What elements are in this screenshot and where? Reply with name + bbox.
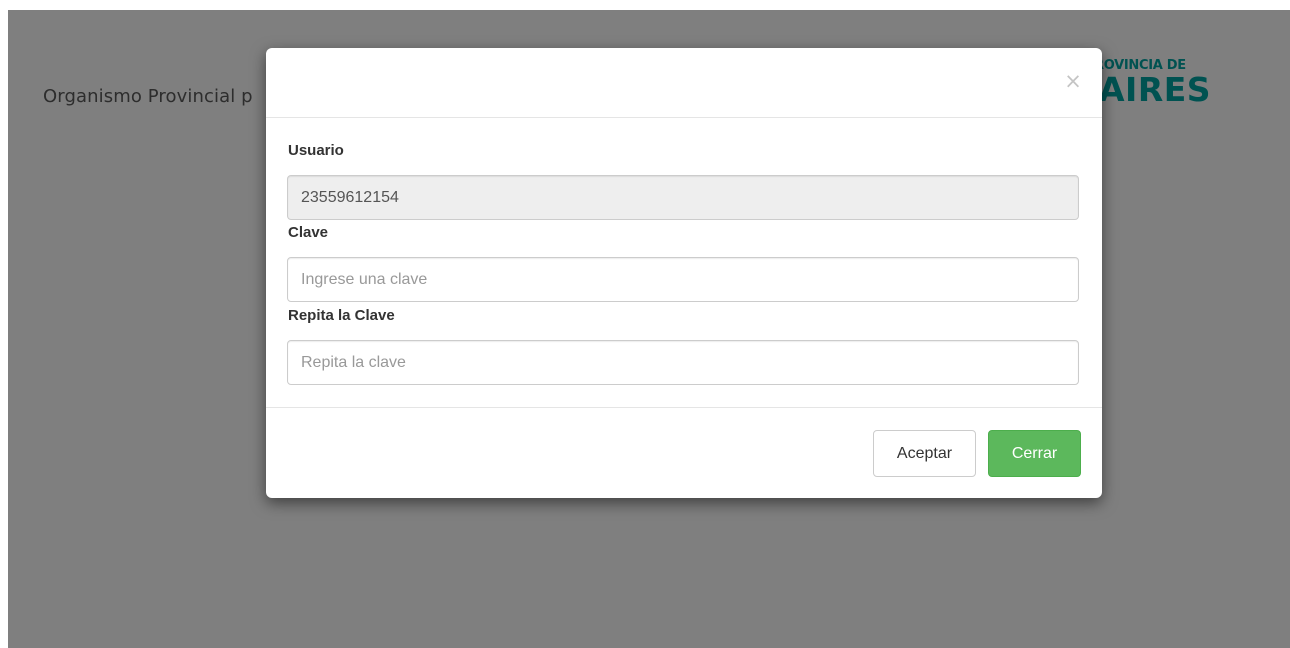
modal-header: ×	[266, 48, 1102, 118]
change-password-modal: × Usuario 23559612154 Clave Ingrese una …	[266, 48, 1102, 498]
modal-footer: Aceptar Cerrar	[266, 407, 1102, 499]
page: Organismo Provincial p ROVINCIA DE AIRES…	[0, 0, 1290, 648]
usuario-field: 23559612154	[287, 175, 1079, 220]
aceptar-button[interactable]: Aceptar	[873, 430, 976, 477]
close-icon[interactable]: ×	[1064, 70, 1082, 92]
clave-input[interactable]: Ingrese una clave	[287, 257, 1079, 302]
clave-placeholder: Ingrese una clave	[301, 271, 428, 288]
repita-clave-input[interactable]: Repita la clave	[287, 340, 1079, 385]
cerrar-button[interactable]: Cerrar	[988, 430, 1081, 477]
usuario-label: Usuario	[288, 142, 344, 159]
repita-clave-label: Repita la Clave	[288, 307, 395, 324]
usuario-value: 23559612154	[301, 189, 399, 206]
clave-label: Clave	[288, 224, 329, 241]
repita-clave-placeholder: Repita la clave	[301, 354, 406, 371]
